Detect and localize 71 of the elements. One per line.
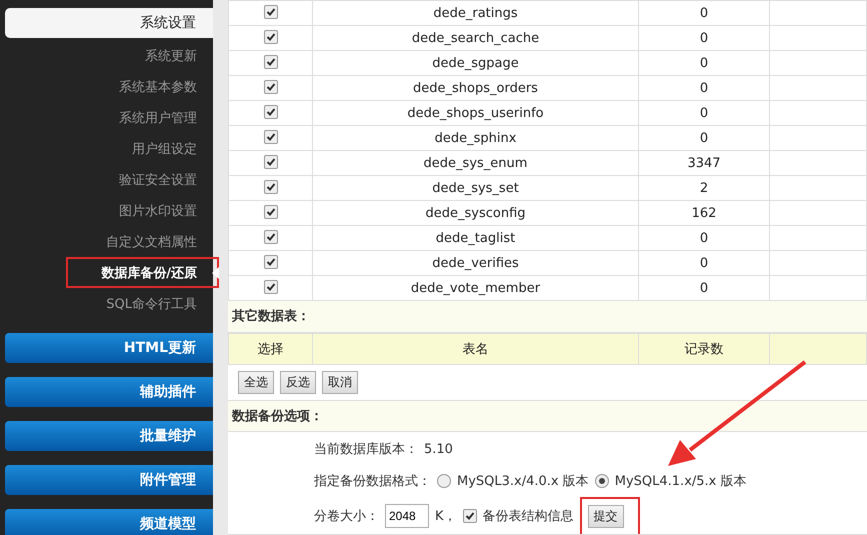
- checkbox[interactable]: [264, 280, 278, 294]
- radio-button[interactable]: [594, 474, 609, 488]
- version-label: 当前数据库版本：: [314, 441, 418, 458]
- table-cell: dede_shops_orders: [312, 76, 638, 100]
- table-cell: dede_ratings: [312, 0, 638, 26]
- table-cell: 3347: [638, 150, 770, 176]
- table-cell: dede_search_cache: [312, 26, 638, 50]
- action-button[interactable]: 全选: [238, 370, 274, 394]
- sidebar-group[interactable]: 系统设置: [5, 8, 213, 38]
- checkbox[interactable]: [264, 105, 278, 119]
- sidebar-group[interactable]: 附件管理: [5, 465, 213, 495]
- sidebar-item[interactable]: SQL命令行工具: [0, 288, 213, 319]
- table-cell: dede_sgpage: [312, 50, 638, 76]
- table-cell: dede_verifies: [312, 250, 638, 276]
- sidebar-group[interactable]: 频道模型: [5, 509, 213, 535]
- checkbox[interactable]: [264, 130, 278, 144]
- checkbox[interactable]: [264, 30, 278, 44]
- table-cell: 0: [638, 226, 770, 250]
- column-header: 记录数: [638, 333, 770, 364]
- unit-label: K，: [435, 508, 457, 525]
- checkbox[interactable]: [264, 80, 278, 94]
- sidebar-item[interactable]: 系统更新: [0, 40, 213, 71]
- table-cell: 162: [638, 200, 770, 226]
- sidebar-item[interactable]: 数据库备份/还原: [66, 257, 219, 288]
- sidebar-group[interactable]: 辅助插件: [5, 377, 213, 407]
- section-title: 数据备份选项：: [228, 400, 867, 432]
- radio-label: MySQL4.1.x/5.x 版本: [614, 473, 746, 490]
- section-title: 其它数据表：: [228, 301, 867, 332]
- table-cell: 0: [638, 250, 770, 276]
- sidebar-group[interactable]: HTML更新: [5, 333, 213, 363]
- format-label: 指定备份数据格式：: [314, 473, 431, 490]
- table-cell: dede_taglist: [312, 226, 638, 250]
- sidebar-item[interactable]: 自定义文档属性: [0, 226, 213, 257]
- sidebar-group[interactable]: 批量维护: [5, 421, 213, 451]
- table-cell: 2: [638, 176, 770, 200]
- column-header: 选择: [228, 333, 312, 364]
- table-cell: 0: [638, 50, 770, 76]
- checkbox[interactable]: [462, 509, 477, 523]
- checkbox[interactable]: [264, 5, 278, 19]
- sidebar-item[interactable]: 用户组设定: [0, 133, 213, 164]
- sidebar-item[interactable]: 验证安全设置: [0, 164, 213, 195]
- checkbox[interactable]: [264, 205, 278, 219]
- table-cell: dede_sys_set: [312, 176, 638, 200]
- sidebar-item[interactable]: 图片水印设置: [0, 195, 213, 226]
- checkbox-label: 备份表结构信息: [482, 508, 574, 525]
- table-cell: dede_sysconfig: [312, 200, 638, 226]
- sidebar-item[interactable]: 系统用户管理: [0, 102, 213, 133]
- column-header: 表名: [312, 333, 638, 364]
- table-cell: 0: [638, 126, 770, 150]
- radio-button[interactable]: [437, 474, 451, 488]
- checkbox[interactable]: [264, 230, 278, 244]
- volume-label: 分卷大小：: [314, 508, 379, 525]
- action-button[interactable]: 取消: [322, 370, 358, 394]
- checkbox[interactable]: [264, 55, 278, 69]
- sidebar-item[interactable]: 系统基本参数: [0, 71, 213, 102]
- table-cell: 0: [638, 76, 770, 100]
- pointer-icon: [212, 267, 219, 279]
- submit-button[interactable]: 提交: [588, 504, 624, 528]
- checkbox[interactable]: [264, 155, 278, 169]
- table-cell: 0: [638, 100, 770, 126]
- action-button[interactable]: 反选: [280, 370, 316, 394]
- checkbox[interactable]: [264, 180, 278, 194]
- table-cell: 0: [638, 26, 770, 50]
- table-cell: 0: [638, 0, 770, 26]
- table-cell: dede_sys_enum: [312, 150, 638, 176]
- volume-size-field[interactable]: 2048: [385, 504, 429, 528]
- version-value: 5.10: [424, 442, 453, 456]
- table-cell: dede_shops_userinfo: [312, 100, 638, 126]
- table-cell: dede_sphinx: [312, 126, 638, 150]
- radio-label: MySQL3.x/4.0.x 版本: [457, 473, 589, 490]
- checkbox[interactable]: [264, 255, 278, 269]
